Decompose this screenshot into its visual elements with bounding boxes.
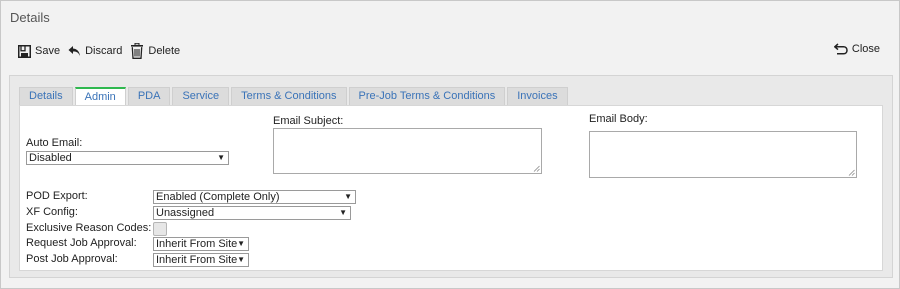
request-job-approval-select[interactable]: Inherit From Site ▼ (153, 237, 249, 251)
close-label: Close (851, 43, 880, 55)
tab-bar: Details Admin PDA Service Terms & Condit… (19, 87, 570, 106)
xf-config-value: Unassigned (156, 207, 215, 219)
tab-admin[interactable]: Admin (74, 87, 126, 106)
auto-email-select[interactable]: Disabled ▼ (26, 151, 229, 165)
auto-email-label: Auto Email: (26, 137, 83, 149)
email-subject-label: Email Subject: (273, 115, 344, 127)
dropdown-arrow-icon: ▼ (339, 208, 347, 217)
close-button[interactable]: Close (833, 43, 880, 55)
details-window: Details Save Discard Delete Close Detail… (0, 0, 900, 289)
post-job-approval-select[interactable]: Inherit From Site ▼ (153, 253, 249, 267)
undo-arrow-icon (68, 46, 81, 56)
post-job-approval-label: Post Job Approval: (26, 253, 118, 265)
exclusive-reason-codes-label: Exclusive Reason Codes: (26, 222, 152, 234)
post-job-approval-value: Inherit From Site (156, 254, 238, 266)
discard-label: Discard (85, 45, 123, 57)
email-body-label: Email Body: (589, 113, 648, 125)
xf-config-label: XF Config: (26, 206, 78, 218)
delete-label: Delete (148, 45, 181, 57)
return-arrow-icon (833, 43, 848, 55)
request-job-approval-label: Request Job Approval: (26, 237, 137, 249)
exclusive-reason-codes-checkbox[interactable] (153, 222, 167, 236)
dropdown-arrow-icon: ▼ (217, 153, 225, 162)
save-label: Save (35, 45, 61, 57)
pod-export-select[interactable]: Enabled (Complete Only) ▼ (153, 190, 356, 204)
xf-config-select[interactable]: Unassigned ▼ (153, 206, 351, 220)
email-body-field[interactable] (589, 131, 857, 178)
tab-service[interactable]: Service (172, 87, 230, 105)
delete-button[interactable]: Delete (130, 43, 180, 59)
dropdown-arrow-icon: ▼ (237, 255, 245, 264)
pod-export-value: Enabled (Complete Only) (156, 191, 280, 203)
toolbar: Save Discard Delete (18, 42, 188, 60)
tab-invoices[interactable]: Invoices (507, 87, 568, 105)
resize-grip-icon (848, 169, 855, 176)
tab-details[interactable]: Details (19, 87, 73, 105)
tab-pda[interactable]: PDA (127, 87, 171, 105)
save-button[interactable]: Save (18, 44, 61, 58)
resize-grip-icon (533, 165, 540, 172)
email-subject-field[interactable] (273, 128, 542, 174)
window-title: Details (10, 10, 50, 25)
tab-terms-conditions[interactable]: Terms & Conditions (231, 87, 347, 105)
auto-email-value: Disabled (29, 152, 72, 164)
tab-pre-job-terms-conditions[interactable]: Pre-Job Terms & Conditions (348, 87, 506, 105)
dropdown-arrow-icon: ▼ (237, 239, 245, 248)
trash-icon (131, 43, 144, 59)
tab-panel: Details Admin PDA Service Terms & Condit… (9, 75, 893, 278)
dropdown-arrow-icon: ▼ (344, 192, 352, 201)
discard-button[interactable]: Discard (68, 45, 122, 57)
admin-tab-content: Auto Email: Disabled ▼ Email Subject: Em… (19, 105, 883, 271)
request-job-approval-value: Inherit From Site (156, 238, 238, 250)
save-icon (18, 44, 31, 58)
pod-export-label: POD Export: (26, 190, 88, 202)
